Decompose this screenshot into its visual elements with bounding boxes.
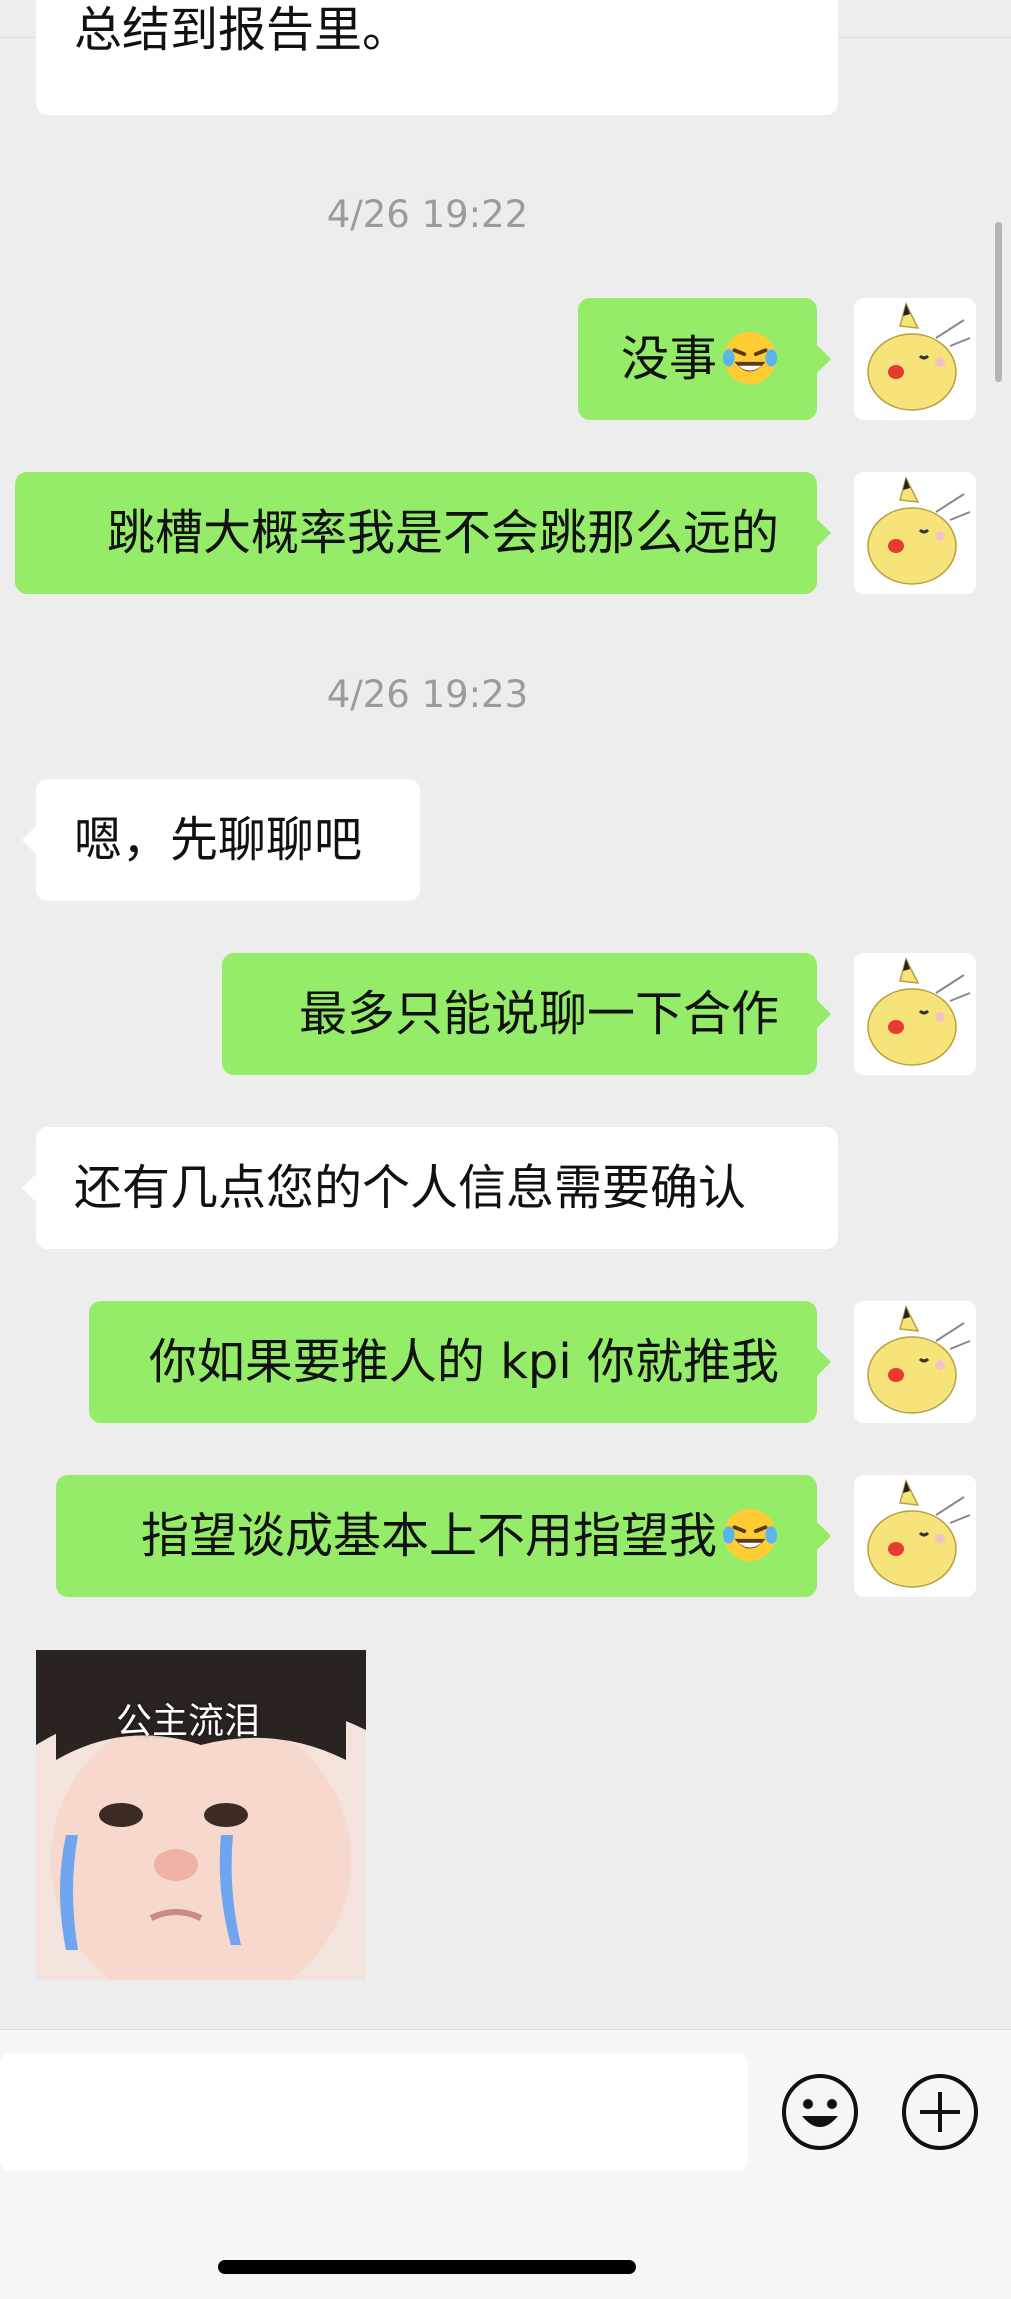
message-text: 指望谈成基本上不用指望我 xyxy=(140,1508,717,1564)
pikachu-avatar-icon xyxy=(854,298,976,420)
message-text: 总结到报告里。 xyxy=(74,2,411,58)
avatar[interactable] xyxy=(854,1475,976,1597)
message-text: 还有几点您的个人信息需要确认 xyxy=(74,1160,747,1216)
avatar[interactable] xyxy=(854,1301,976,1423)
message-outgoing[interactable]: 最多只能说聊一下合作 xyxy=(222,953,831,1075)
message-incoming-cut[interactable]: 总结到报告里。 xyxy=(36,0,838,115)
timestamp: 4/26 19:23 xyxy=(326,673,529,716)
message-outgoing[interactable]: 没事 xyxy=(578,298,831,420)
timestamp: 4/26 19:22 xyxy=(326,193,529,236)
pikachu-avatar-icon xyxy=(854,1301,976,1423)
message-input[interactable] xyxy=(0,2053,748,2171)
sticker-image[interactable]: 公主流泪 xyxy=(36,1650,366,1980)
message-incoming[interactable]: 还有几点您的个人信息需要确认 xyxy=(22,1127,838,1249)
message-outgoing[interactable]: 你如果要推人的 kpi 你就推我 xyxy=(89,1301,831,1423)
message-text: 跳槽大概率我是不会跳那么远的 xyxy=(106,505,779,561)
message-text: 嗯，先聊聊吧 xyxy=(74,812,363,868)
smiley-face-icon[interactable] xyxy=(780,2072,860,2152)
pikachu-avatar-icon xyxy=(854,1475,976,1597)
pikachu-avatar-icon xyxy=(854,953,976,1075)
message-incoming[interactable]: 嗯，先聊聊吧 xyxy=(22,779,420,901)
scrollbar[interactable] xyxy=(995,222,1002,382)
message-text: 最多只能说聊一下合作 xyxy=(298,986,779,1042)
input-bar xyxy=(0,2029,1011,2299)
laughing-tears-emoji-icon xyxy=(722,1508,778,1562)
avatar[interactable] xyxy=(854,953,976,1075)
sticker-caption: 公主流泪 xyxy=(116,1701,261,1742)
avatar[interactable] xyxy=(854,298,976,420)
message-text: 没事 xyxy=(620,331,717,387)
plus-circle-icon[interactable] xyxy=(900,2072,980,2152)
pikachu-avatar-icon xyxy=(854,472,976,594)
laughing-tears-emoji-icon xyxy=(722,331,778,385)
message-outgoing[interactable]: 跳槽大概率我是不会跳那么远的 xyxy=(15,472,831,594)
avatar[interactable] xyxy=(854,472,976,594)
message-text: 你如果要推人的 kpi 你就推我 xyxy=(148,1334,779,1390)
message-outgoing[interactable]: 指望谈成基本上不用指望我 xyxy=(56,1475,831,1597)
home-indicator xyxy=(218,2260,636,2274)
